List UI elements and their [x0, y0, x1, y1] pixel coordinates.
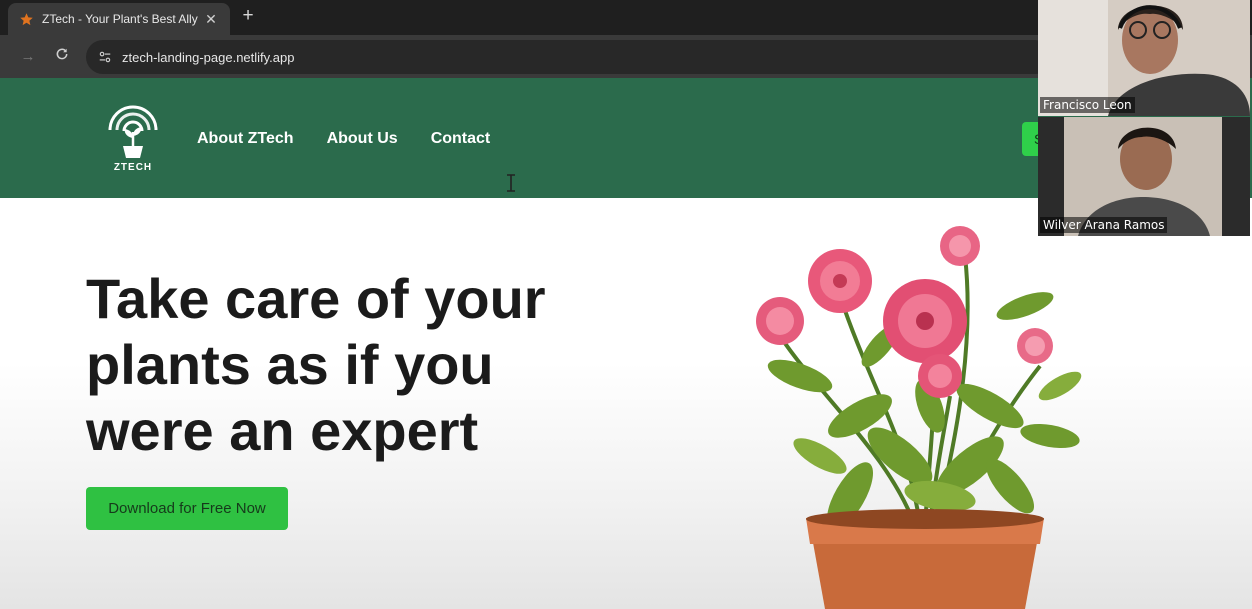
text-cursor-icon: [505, 174, 517, 192]
logo-text: ZTECH: [113, 162, 153, 173]
potted-flower-image: [756, 226, 1082, 609]
address-bar[interactable]: ztech-landing-page.netlify.app: [86, 40, 1052, 74]
plant-wifi-logo-icon: [108, 105, 158, 158]
site-info-icon[interactable]: [96, 48, 114, 66]
hero-title-line: Take care of your: [86, 267, 546, 330]
browser-tab[interactable]: ZTech - Your Plant's Best Ally ✕: [8, 3, 230, 35]
star-icon: [18, 11, 34, 27]
ztech-logo[interactable]: ZTECH: [104, 102, 162, 178]
participant-name: Francisco Leon: [1040, 97, 1135, 113]
new-tab-button[interactable]: +: [238, 6, 258, 26]
hero-title: Take care of your plants as if you were …: [86, 266, 606, 464]
hero-section: Take care of your plants as if you were …: [0, 198, 1252, 609]
reload-icon[interactable]: [52, 47, 72, 67]
hero-title-line: plants as if you: [86, 333, 494, 396]
nav-about-ztech[interactable]: About ZTech: [197, 130, 294, 148]
close-tab-icon[interactable]: ✕: [202, 11, 220, 28]
url-text: ztech-landing-page.netlify.app: [122, 49, 295, 65]
tab-title: ZTech - Your Plant's Best Ally: [42, 12, 198, 26]
video-tile[interactable]: Francisco Leon: [1038, 0, 1250, 116]
participant-name: Wilver Arana Ramos: [1040, 217, 1168, 233]
video-tile[interactable]: Wilver Arana Ramos: [1038, 117, 1250, 236]
hero-title-line: were an expert: [86, 399, 479, 462]
nav-contact[interactable]: Contact: [431, 130, 491, 148]
nav-about-us[interactable]: About Us: [327, 130, 398, 148]
forward-icon[interactable]: →: [18, 47, 38, 67]
download-button[interactable]: Download for Free Now: [86, 487, 288, 530]
main-nav: About ZTech About Us Contact: [197, 130, 490, 148]
